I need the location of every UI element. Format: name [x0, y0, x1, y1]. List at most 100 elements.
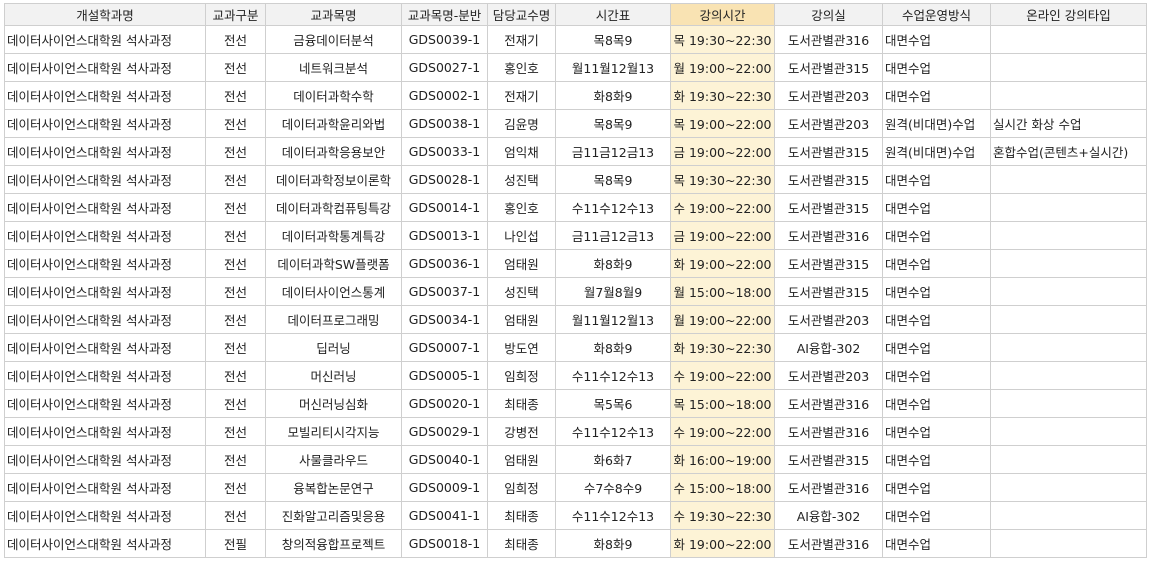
column-header-professor[interactable]: 담당교수명: [487, 3, 556, 26]
lecture-time-cell: 수 19:00~22:00: [670, 193, 775, 222]
course-name-cell: 데이터과학윤리와법: [265, 109, 402, 138]
course-type-cell: 전선: [205, 473, 266, 502]
professor-cell: 성진택: [487, 277, 556, 306]
table-row[interactable]: 데이터사이언스대학원 석사과정 전선 데이터사이언스통계 GDS0037-1 성진택 월7…: [4, 277, 1147, 306]
class-mode-cell: 대면수업: [882, 333, 991, 362]
course-type-cell: 전선: [205, 137, 266, 166]
professor-cell: 김윤명: [487, 109, 556, 138]
course-name-cell: 데이터과학컴퓨팅특강: [265, 193, 402, 222]
table-row[interactable]: 데이터사이언스대학원 석사과정 전선 데이터프로그래밍 GDS0034-1 엄태원 월11…: [4, 305, 1147, 334]
class-mode-cell: 대면수업: [882, 417, 991, 446]
course-section-cell: GDS0039-1: [401, 25, 488, 54]
table-row[interactable]: 데이터사이언스대학원 석사과정 전선 머신러닝심화 GDS0020-1 최태종 목5목6 목…: [4, 389, 1147, 418]
course-name-cell: 데이터과학SW플랫폼: [265, 249, 402, 278]
table-row[interactable]: 데이터사이언스대학원 석사과정 전선 데이터과학정보이론학 GDS0028-1 성진택 목…: [4, 165, 1147, 194]
table-row[interactable]: 데이터사이언스대학원 석사과정 전선 데이터과학통계특강 GDS0013-1 나인섭 금1…: [4, 221, 1147, 250]
department-cell: 데이터사이언스대학원 석사과정: [4, 333, 206, 362]
column-header-class-mode[interactable]: 수업운영방식: [882, 3, 991, 26]
lecture-time-cell: 수 19:00~22:00: [670, 361, 775, 390]
timetable-cell: 목5목6: [555, 389, 671, 418]
column-header-timetable[interactable]: 시간표: [555, 3, 671, 26]
course-type-cell: 전선: [205, 389, 266, 418]
table-row[interactable]: 데이터사이언스대학원 석사과정 전선 네트워크분석 GDS0027-1 홍인호 월11월1…: [4, 53, 1147, 82]
professor-cell: 성진택: [487, 165, 556, 194]
table-row[interactable]: 데이터사이언스대학원 석사과정 전선 융복합논문연구 GDS0009-1 임희정 수7수8…: [4, 473, 1147, 502]
course-type-cell: 전선: [205, 81, 266, 110]
lecture-time-cell: 화 19:00~22:00: [670, 529, 775, 558]
timetable-cell: 월7월8월9: [555, 277, 671, 306]
course-section-cell: GDS0034-1: [401, 305, 488, 334]
classroom-cell: 도서관별관203: [774, 361, 883, 390]
department-cell: 데이터사이언스대학원 석사과정: [4, 445, 206, 474]
professor-cell: 엄태원: [487, 305, 556, 334]
online-type-cell: [990, 193, 1147, 222]
course-type-cell: 전선: [205, 249, 266, 278]
course-section-cell: GDS0027-1: [401, 53, 488, 82]
online-type-cell: [990, 389, 1147, 418]
table-row[interactable]: 데이터사이언스대학원 석사과정 전선 모빌리티시각지능 GDS0029-1 강병전 수11…: [4, 417, 1147, 446]
column-header-lecture-time[interactable]: 강의시간: [670, 3, 775, 26]
course-name-cell: 금융데이터분석: [265, 25, 402, 54]
department-cell: 데이터사이언스대학원 석사과정: [4, 249, 206, 278]
column-header-classroom[interactable]: 강의실: [774, 3, 883, 26]
column-header-department[interactable]: 개설학과명: [4, 3, 206, 26]
lecture-time-cell: 화 19:30~22:30: [670, 81, 775, 110]
course-name-cell: 데이터사이언스통계: [265, 277, 402, 306]
online-type-cell: [990, 333, 1147, 362]
timetable-cell: 금11금12금13: [555, 137, 671, 166]
course-section-cell: GDS0007-1: [401, 333, 488, 362]
course-type-cell: 전선: [205, 53, 266, 82]
table-row[interactable]: 데이터사이언스대학원 석사과정 전선 딥러닝 GDS0007-1 방도연 화8화9 화 19…: [4, 333, 1147, 362]
table-row[interactable]: 데이터사이언스대학원 석사과정 전선 데이터과학응용보안 GDS0033-1 엄익채 금1…: [4, 137, 1147, 166]
timetable-cell: 목8목9: [555, 25, 671, 54]
table-row[interactable]: 데이터사이언스대학원 석사과정 전선 머신러닝 GDS0005-1 임희정 수11수12수…: [4, 361, 1147, 390]
class-mode-cell: 대면수업: [882, 53, 991, 82]
table-row[interactable]: 데이터사이언스대학원 석사과정 전선 데이터과학윤리와법 GDS0038-1 김윤명 목8…: [4, 109, 1147, 138]
lecture-time-cell: 금 19:00~22:00: [670, 137, 775, 166]
classroom-cell: 도서관별관316: [774, 221, 883, 250]
table-row[interactable]: 데이터사이언스대학원 석사과정 전선 진화알고리즘및응용 GDS0041-1 최태종 수1…: [4, 501, 1147, 530]
table-row[interactable]: 데이터사이언스대학원 석사과정 전필 창의적융합프로젝트 GDS0018-1 최태종 화8…: [4, 529, 1147, 558]
course-name-cell: 융복합논문연구: [265, 473, 402, 502]
lecture-time-cell: 화 19:00~22:00: [670, 249, 775, 278]
course-type-cell: 전선: [205, 193, 266, 222]
classroom-cell: 도서관별관203: [774, 81, 883, 110]
classroom-cell: 도서관별관203: [774, 109, 883, 138]
class-mode-cell: 대면수업: [882, 193, 991, 222]
classroom-cell: 도서관별관203: [774, 305, 883, 334]
course-type-cell: 전선: [205, 445, 266, 474]
online-type-cell: [990, 361, 1147, 390]
header-row: 개설학과명 교과구분 교과목명 교과목명-분반 담당교수명 시간표 강의시간 강…: [4, 3, 1147, 26]
professor-cell: 엄익채: [487, 137, 556, 166]
professor-cell: 임희정: [487, 361, 556, 390]
classroom-cell: 도서관별관316: [774, 389, 883, 418]
class-mode-cell: 대면수업: [882, 501, 991, 530]
classroom-cell: 도서관별관316: [774, 473, 883, 502]
course-type-cell: 전선: [205, 109, 266, 138]
timetable-cell: 금11금12금13: [555, 221, 671, 250]
course-section-cell: GDS0040-1: [401, 445, 488, 474]
lecture-time-cell: 수 15:00~18:00: [670, 473, 775, 502]
course-section-cell: GDS0014-1: [401, 193, 488, 222]
course-type-cell: 전선: [205, 221, 266, 250]
column-header-online-type[interactable]: 온라인 강의타입: [990, 3, 1147, 26]
course-name-cell: 딥러닝: [265, 333, 402, 362]
table-row[interactable]: 데이터사이언스대학원 석사과정 전선 사물클라우드 GDS0040-1 엄태원 화6화7 화…: [4, 445, 1147, 474]
timetable-cell: 수11수12수13: [555, 193, 671, 222]
lecture-time-cell: 월 19:00~22:00: [670, 305, 775, 334]
column-header-course-name[interactable]: 교과목명: [265, 3, 402, 26]
column-header-course-section[interactable]: 교과목명-분반: [401, 3, 488, 26]
professor-cell: 엄태원: [487, 249, 556, 278]
department-cell: 데이터사이언스대학원 석사과정: [4, 137, 206, 166]
course-section-cell: GDS0036-1: [401, 249, 488, 278]
table-row[interactable]: 데이터사이언스대학원 석사과정 전선 데이터과학수학 GDS0002-1 전재기 화8화9…: [4, 81, 1147, 110]
course-type-cell: 전선: [205, 361, 266, 390]
table-row[interactable]: 데이터사이언스대학원 석사과정 전선 데이터과학컴퓨팅특강 GDS0014-1 홍인호 수…: [4, 193, 1147, 222]
column-header-course-type[interactable]: 교과구분: [205, 3, 266, 26]
table-row[interactable]: 데이터사이언스대학원 석사과정 전선 데이터과학SW플랫폼 GDS0036-1 엄태원 화…: [4, 249, 1147, 278]
lecture-time-cell: 목 19:30~22:30: [670, 165, 775, 194]
course-section-cell: GDS0041-1: [401, 501, 488, 530]
professor-cell: 방도연: [487, 333, 556, 362]
table-row[interactable]: 데이터사이언스대학원 석사과정 전선 금융데이터분석 GDS0039-1 전재기 목8목9…: [4, 25, 1147, 54]
department-cell: 데이터사이언스대학원 석사과정: [4, 165, 206, 194]
